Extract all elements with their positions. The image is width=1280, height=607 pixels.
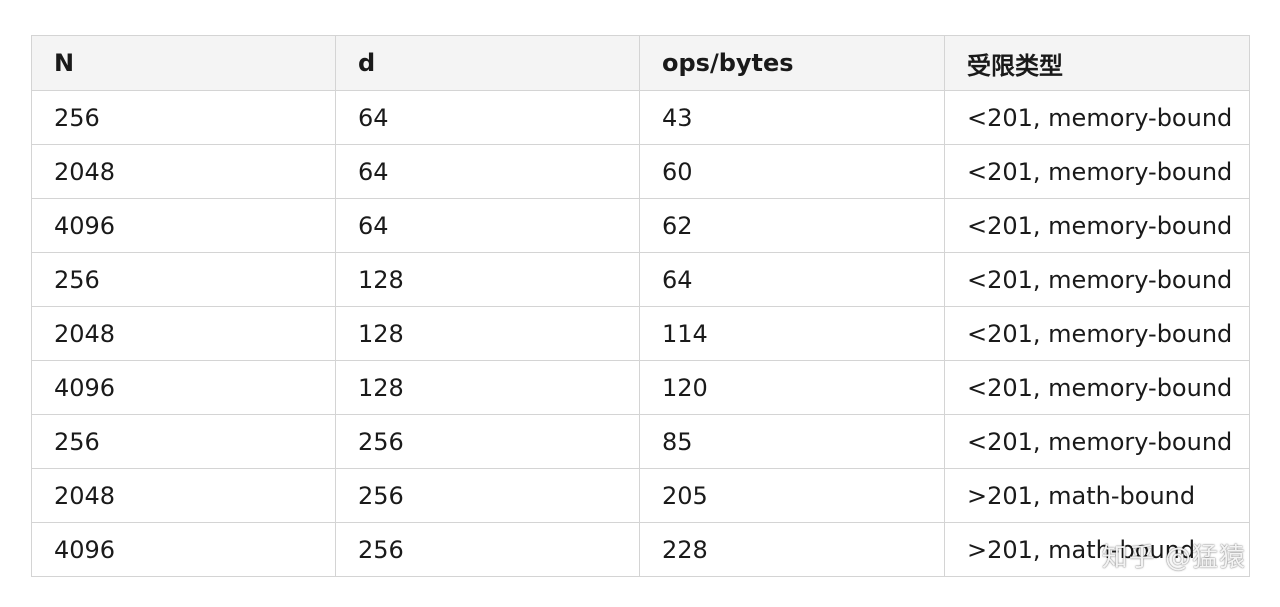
- table-row: 256 256 85 <201, memory-bound: [31, 414, 1250, 469]
- cell-ops-bytes: 64: [639, 252, 945, 307]
- cell-d: 128: [335, 252, 640, 307]
- cell-ops-bytes: 228: [639, 522, 945, 577]
- table-body: 256 64 43 <201, memory-bound 2048 64 60 …: [31, 90, 1250, 577]
- cell-bound-type: <201, memory-bound: [944, 306, 1250, 361]
- cell-bound-type: <201, memory-bound: [944, 90, 1250, 145]
- table-row: 4096 256 228 >201, math-bound: [31, 522, 1250, 577]
- cell-n: 4096: [31, 522, 336, 577]
- cell-n: 4096: [31, 360, 336, 415]
- cell-n: 256: [31, 252, 336, 307]
- table-row: 2048 64 60 <201, memory-bound: [31, 144, 1250, 199]
- cell-ops-bytes: 60: [639, 144, 945, 199]
- cell-bound-type: <201, memory-bound: [944, 144, 1250, 199]
- cell-d: 64: [335, 198, 640, 253]
- cell-n: 256: [31, 414, 336, 469]
- cell-bound-type: <201, memory-bound: [944, 252, 1250, 307]
- table-row: 4096 128 120 <201, memory-bound: [31, 360, 1250, 415]
- table-row: 256 128 64 <201, memory-bound: [31, 252, 1250, 307]
- cell-ops-bytes: 85: [639, 414, 945, 469]
- cell-bound-type: <201, memory-bound: [944, 360, 1250, 415]
- header-d: d: [335, 35, 640, 91]
- cell-d: 128: [335, 360, 640, 415]
- cell-n: 256: [31, 90, 336, 145]
- header-n: N: [31, 35, 336, 91]
- cell-ops-bytes: 205: [639, 468, 945, 523]
- cell-n: 2048: [31, 144, 336, 199]
- cell-d: 64: [335, 90, 640, 145]
- cell-ops-bytes: 120: [639, 360, 945, 415]
- cell-bound-type: <201, memory-bound: [944, 414, 1250, 469]
- cell-ops-bytes: 43: [639, 90, 945, 145]
- table-header: N d ops/bytes 受限类型: [31, 35, 1250, 91]
- cell-bound-type: >201, math-bound: [944, 468, 1250, 523]
- cell-d: 256: [335, 522, 640, 577]
- header-ops-bytes: ops/bytes: [639, 35, 945, 91]
- header-bound-type: 受限类型: [944, 35, 1250, 91]
- cell-d: 128: [335, 306, 640, 361]
- table-row: 4096 64 62 <201, memory-bound: [31, 198, 1250, 253]
- data-table: N d ops/bytes 受限类型 256 64 43 <201, memor…: [31, 35, 1250, 577]
- table-row: 2048 128 114 <201, memory-bound: [31, 306, 1250, 361]
- table-row: 2048 256 205 >201, math-bound: [31, 468, 1250, 523]
- cell-ops-bytes: 62: [639, 198, 945, 253]
- cell-n: 2048: [31, 468, 336, 523]
- cell-ops-bytes: 114: [639, 306, 945, 361]
- header-row: N d ops/bytes 受限类型: [31, 35, 1250, 91]
- table-row: 256 64 43 <201, memory-bound: [31, 90, 1250, 145]
- cell-bound-type: <201, memory-bound: [944, 198, 1250, 253]
- data-table-container: N d ops/bytes 受限类型 256 64 43 <201, memor…: [31, 35, 1250, 577]
- cell-n: 2048: [31, 306, 336, 361]
- cell-n: 4096: [31, 198, 336, 253]
- watermark: 知乎 @猛猿: [1101, 543, 1246, 573]
- cell-d: 256: [335, 468, 640, 523]
- cell-d: 256: [335, 414, 640, 469]
- cell-d: 64: [335, 144, 640, 199]
